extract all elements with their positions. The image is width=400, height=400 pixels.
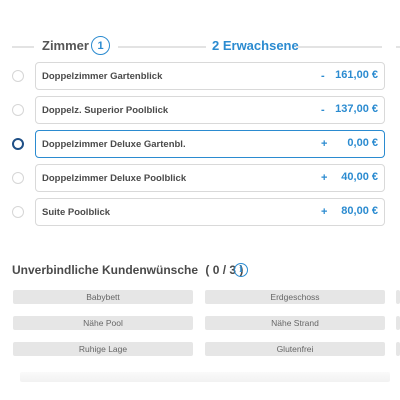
- wish-option-partial[interactable]: [396, 290, 400, 304]
- room-option[interactable]: Doppelz. Superior Poolblick - 137,00 €: [0, 96, 400, 124]
- room-option-box[interactable]: Suite Poolblick + 80,00 €: [35, 198, 385, 226]
- room-name: Doppelzimmer Deluxe Poolblick: [42, 173, 187, 184]
- room-option-box[interactable]: Doppelz. Superior Poolblick - 137,00 €: [35, 96, 385, 124]
- room-option-box[interactable]: Doppelzimmer Gartenblick - 161,00 €: [35, 62, 385, 90]
- wishes-title: Unverbindliche Kundenwünsche: [12, 263, 199, 277]
- wish-option[interactable]: Babybett: [13, 290, 193, 304]
- room-price: 40,00 €: [341, 171, 378, 183]
- rooms-label: Zimmer: [42, 38, 89, 53]
- room-option[interactable]: Suite Poolblick + 80,00 €: [0, 198, 400, 226]
- price-sign: -: [321, 70, 325, 82]
- guests-label[interactable]: 2 Erwachsene: [212, 38, 299, 53]
- divider-line: [118, 46, 206, 48]
- room-price: 137,00 €: [335, 103, 378, 115]
- wish-option-partial[interactable]: [396, 316, 400, 330]
- wish-option[interactable]: Glutenfrei: [205, 342, 385, 356]
- wish-option[interactable]: Nähe Pool: [13, 316, 193, 330]
- room-name: Doppelz. Superior Poolblick: [42, 105, 169, 116]
- price-sign: +: [321, 206, 328, 218]
- room-name: Suite Poolblick: [42, 207, 111, 218]
- occupancy-header: Zimmer 1 2 Erwachsene: [0, 36, 400, 56]
- price-sign: -: [321, 104, 325, 116]
- room-option-box[interactable]: Doppelzimmer Deluxe Gartenbl. + 0,00 €: [35, 130, 385, 158]
- room-name: Doppelzimmer Deluxe Gartenbl.: [42, 139, 186, 150]
- wishes-heading: Unverbindliche Kundenwünsche ( 0 / 3 ): [12, 263, 243, 277]
- room-option-box[interactable]: Doppelzimmer Deluxe Poolblick + 40,00 €: [35, 164, 385, 192]
- divider-line: [296, 46, 382, 48]
- info-icon[interactable]: i: [234, 263, 248, 277]
- divider-line: [396, 46, 400, 48]
- room-radio[interactable]: [12, 172, 24, 184]
- room-radio[interactable]: [12, 104, 24, 116]
- wish-option[interactable]: Erdgeschoss: [205, 290, 385, 304]
- room-price: 0,00 €: [347, 137, 378, 149]
- wish-option[interactable]: Nähe Strand: [205, 316, 385, 330]
- room-name: Doppelzimmer Gartenblick: [42, 71, 163, 82]
- room-price: 161,00 €: [335, 69, 378, 81]
- price-sign: +: [321, 172, 328, 184]
- rooms-count-badge[interactable]: 1: [91, 36, 110, 55]
- faded-footer: [20, 372, 390, 382]
- wish-option[interactable]: Ruhige Lage: [13, 342, 193, 356]
- room-option[interactable]: Doppelzimmer Deluxe Poolblick + 40,00 €: [0, 164, 400, 192]
- room-radio[interactable]: [12, 206, 24, 218]
- room-radio-selected[interactable]: [12, 138, 24, 150]
- price-sign: +: [321, 138, 328, 150]
- room-price: 80,00 €: [341, 205, 378, 217]
- room-option[interactable]: Doppelzimmer Gartenblick - 161,00 €: [0, 62, 400, 90]
- room-radio[interactable]: [12, 70, 24, 82]
- room-option-selected[interactable]: Doppelzimmer Deluxe Gartenbl. + 0,00 €: [0, 130, 400, 158]
- wish-option-partial[interactable]: [396, 342, 400, 356]
- divider-line: [12, 46, 34, 48]
